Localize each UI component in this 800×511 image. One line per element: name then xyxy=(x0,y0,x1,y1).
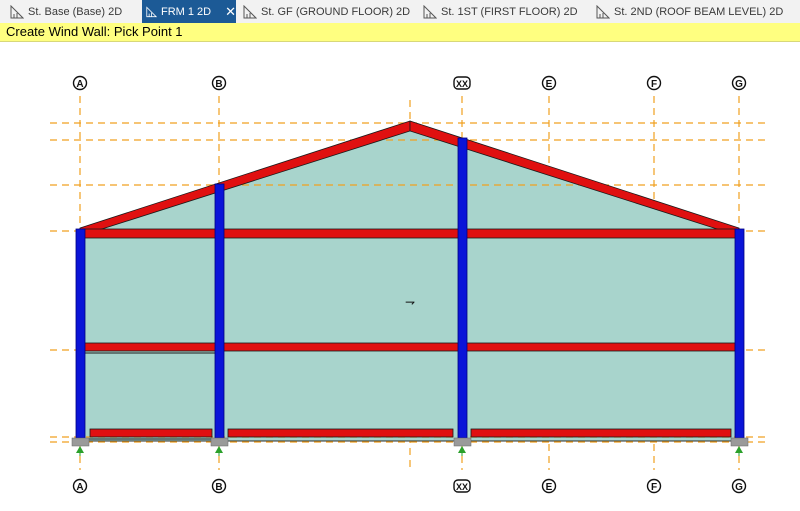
structure-view-icon xyxy=(10,4,24,18)
tab-label: St. 2ND (ROOF BEAM LEVEL) 2D xyxy=(614,5,784,18)
grid-label-a-bottom: A xyxy=(76,482,83,493)
structure-view-icon xyxy=(423,4,437,18)
tab-first-floor-2d[interactable]: St. 1ST (FIRST FLOOR) 2D xyxy=(423,0,578,23)
grid-label-g-bottom: G xyxy=(735,482,743,493)
column-xx[interactable] xyxy=(457,137,468,439)
tab-ground-floor-2d[interactable]: St. GF (GROUND FLOOR) 2D xyxy=(243,0,410,23)
grid-label-e-bottom: E xyxy=(546,482,553,493)
support-a[interactable] xyxy=(71,437,90,456)
support-g[interactable] xyxy=(730,437,749,456)
grid-label-xx-bottom: XX xyxy=(456,482,468,492)
support-xx[interactable] xyxy=(453,437,472,456)
ground-beam-1[interactable] xyxy=(89,428,213,438)
tab-label: St. 1ST (FIRST FLOOR) 2D xyxy=(441,5,578,18)
grid-bubbles-bottom: A B XX E F G xyxy=(72,478,747,494)
grid-label-b-top: B xyxy=(215,79,222,90)
support-b[interactable] xyxy=(210,437,229,456)
grid-label-xx-top: XX xyxy=(456,79,468,89)
grid-label-a-top: A xyxy=(76,79,83,90)
tab-label: FRM 1 2D xyxy=(160,5,212,18)
wall-direction-marker: ⇁ xyxy=(405,295,415,309)
structure-view-icon xyxy=(243,4,257,18)
grid-label-f-top: F xyxy=(651,79,657,90)
grid-label-e-top: E xyxy=(546,79,553,90)
command-prompt-text: Create Wind Wall: Pick Point 1 xyxy=(6,24,183,39)
command-prompt-bar: Create Wind Wall: Pick Point 1 xyxy=(0,23,800,42)
view-tab-bar: St. Base (Base) 2D FRM 1 2D ✕ St. GF (GR… xyxy=(0,0,800,24)
grid-label-f-bottom: F xyxy=(651,482,657,493)
tab-label: St. Base (Base) 2D xyxy=(28,5,123,18)
frame-elevation-canvas[interactable]: ⇁ A B XX E F G A B XX E F G xyxy=(0,42,800,511)
ground-beam-2[interactable] xyxy=(227,428,454,438)
eave-beam[interactable] xyxy=(79,228,740,239)
column-g[interactable] xyxy=(734,228,745,439)
grid-label-g-top: G xyxy=(735,79,743,90)
wind-wall-panel[interactable] xyxy=(79,123,740,442)
tab-roof-beam-level-2d[interactable]: St. 2ND (ROOF BEAM LEVEL) 2D xyxy=(596,0,783,23)
close-tab-icon[interactable]: ✕ xyxy=(225,5,236,18)
ground-beam-3[interactable] xyxy=(470,428,732,438)
column-b[interactable] xyxy=(214,183,225,439)
tab-frm1-2d[interactable]: FRM 1 2D ✕ xyxy=(142,0,236,23)
tab-base-2d[interactable]: St. Base (Base) 2D xyxy=(10,0,122,23)
column-a[interactable] xyxy=(75,228,86,439)
structure-view-icon xyxy=(146,5,157,17)
grid-bubbles-top: A B XX E F G xyxy=(72,75,747,91)
tab-label: St. GF (GROUND FLOOR) 2D xyxy=(261,5,411,18)
structure-view-icon xyxy=(596,4,610,18)
first-floor-beam[interactable] xyxy=(83,342,736,352)
grid-label-b-bottom: B xyxy=(215,482,222,493)
